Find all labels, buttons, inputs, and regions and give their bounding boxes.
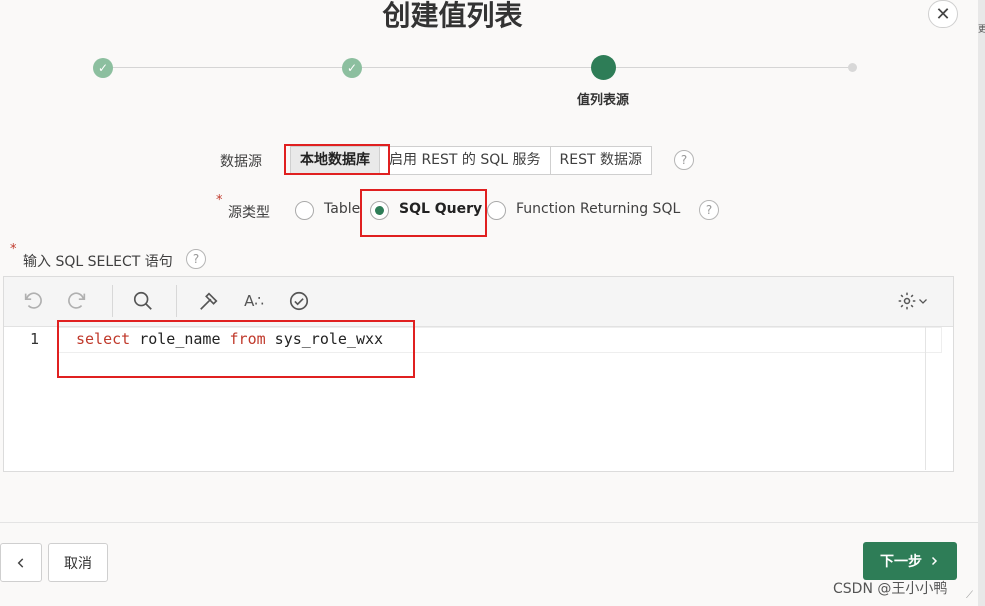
sql-input-label: 输入 SQL SELECT 语句 <box>23 254 173 270</box>
datasource-option-rest-sql[interactable]: 启用 REST 的 SQL 服务 <box>380 147 551 174</box>
highlight-box-datasource <box>284 144 390 175</box>
line-number: 1 <box>30 330 40 348</box>
background-window-edge: 更 <box>978 0 985 606</box>
resize-handle[interactable]: ⟋ <box>966 590 973 601</box>
datasource-option-rest-source[interactable]: REST 数据源 <box>551 147 651 174</box>
radio-table-label[interactable]: Table <box>324 201 360 217</box>
source-type-label: 源类型 <box>228 205 270 221</box>
help-icon[interactable]: ? <box>699 200 719 220</box>
check-icon: ✓ <box>97 61 109 75</box>
redo-icon <box>68 292 86 309</box>
radio-function-returning-sql-label[interactable]: Function Returning SQL <box>516 201 680 217</box>
toolbar-divider <box>112 285 113 317</box>
close-button[interactable]: ✕ <box>928 0 958 28</box>
wizard-step-4-future <box>848 63 857 72</box>
wizard-step-2-done: ✓ <box>342 58 362 78</box>
format-button[interactable]: A∴ <box>239 287 269 315</box>
toolbar-divider <box>176 285 177 317</box>
editor-settings-button[interactable] <box>891 287 935 315</box>
required-marker: * <box>10 242 17 257</box>
chevron-left-icon <box>17 557 24 568</box>
required-marker: * <box>216 193 223 208</box>
dialog-title: 创建值列表 <box>382 0 523 32</box>
background-text-fragment: 更 <box>978 25 985 35</box>
undo-button[interactable] <box>18 287 48 315</box>
radio-table[interactable] <box>295 201 314 220</box>
chevron-down-icon <box>919 299 927 304</box>
chevron-right-icon <box>931 556 938 566</box>
search-icon <box>133 291 152 310</box>
format-icon: A∴ <box>244 292 264 310</box>
search-button[interactable] <box>128 287 158 315</box>
undo-icon <box>24 292 42 309</box>
help-icon[interactable]: ? <box>186 249 206 269</box>
validate-button[interactable] <box>284 287 314 315</box>
build-button[interactable] <box>194 287 224 315</box>
hammer-icon <box>200 292 218 310</box>
wizard-current-label: 值列表源 <box>576 93 629 108</box>
check-icon: ✓ <box>346 61 358 75</box>
help-icon[interactable]: ? <box>674 150 694 170</box>
wizard-track <box>103 67 853 68</box>
validate-icon <box>289 291 309 311</box>
wizard-step-3-current <box>591 55 616 80</box>
gear-icon <box>898 292 916 310</box>
watermark: CSDN @王小小鸭 <box>833 581 948 597</box>
wizard-step-1-done: ✓ <box>93 58 113 78</box>
next-button[interactable]: 下一步 <box>863 542 957 580</box>
redo-button[interactable] <box>62 287 92 315</box>
next-button-label: 下一步 <box>880 554 922 570</box>
editor-scrollbar[interactable] <box>925 327 942 470</box>
close-icon: ✕ <box>935 3 951 25</box>
highlight-box-sql <box>57 320 415 378</box>
datasource-label: 数据源 <box>220 154 262 170</box>
cancel-button[interactable]: 取消 <box>48 543 108 582</box>
create-lov-dialog: 创建值列表 ✕ ✓ ✓ 值列表源 数据源 本地数据库 启用 REST 的 SQL… <box>0 0 978 606</box>
highlight-box-source-type <box>360 189 487 237</box>
back-button[interactable] <box>0 543 42 582</box>
radio-function-returning-sql[interactable] <box>487 201 506 220</box>
footer-divider <box>0 522 978 523</box>
